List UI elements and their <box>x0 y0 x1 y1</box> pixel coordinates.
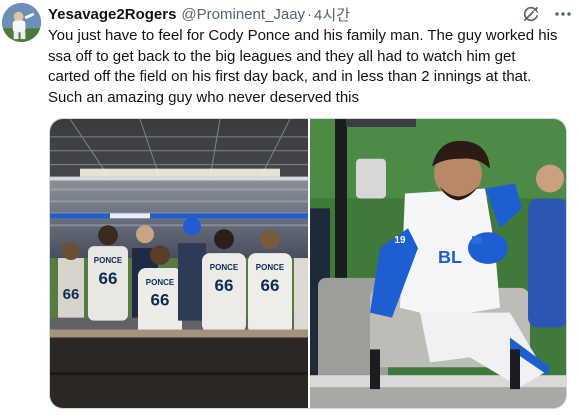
media-photo-left[interactable]: PONCE 66 66 PONCE 66 PONCE 66 PONCE 66 <box>50 119 308 408</box>
jersey-name-text: PONCE <box>210 263 238 272</box>
header-separator: · <box>307 5 313 23</box>
more-icon[interactable] <box>553 4 573 24</box>
tweet-timestamp[interactable]: 4시간 <box>314 4 350 25</box>
author-display-name[interactable]: Yesavage2Rogers <box>48 6 176 23</box>
jersey-number-text: 66 <box>151 291 170 310</box>
jersey-number-text: 66 <box>215 276 234 295</box>
author-handle[interactable]: @Prominent_Jaay <box>181 6 305 23</box>
media-photo-right[interactable]: BL 19 <box>310 119 566 408</box>
jersey-text: BL <box>438 247 462 267</box>
jersey-number-text: 66 <box>63 286 80 303</box>
jersey-name-text: PONCE <box>146 278 174 287</box>
avatar-image <box>2 3 41 42</box>
tweet[interactable]: Yesavage2Rogers @Prominent_Jaay · 4시간 Yo… <box>0 0 579 416</box>
jersey-number-text: 66 <box>99 269 118 288</box>
jersey-name-text: PONCE <box>94 256 122 265</box>
jersey-name-text: PONCE <box>256 263 284 272</box>
stadium-family-image: PONCE 66 66 PONCE 66 PONCE 66 PONCE 66 <box>50 119 308 408</box>
tweet-header: Yesavage2Rogers @Prominent_Jaay · 4시간 <box>48 4 350 24</box>
player-cart-image: BL 19 <box>310 119 566 408</box>
grok-icon[interactable] <box>521 4 541 24</box>
sleeve-number-text: 19 <box>394 235 406 246</box>
user-avatar[interactable] <box>2 3 41 42</box>
jersey-number-text: 66 <box>261 276 280 295</box>
tweet-media[interactable]: PONCE 66 66 PONCE 66 PONCE 66 PONCE 66 B… <box>49 118 567 409</box>
tweet-text: You just have to feel for Cody Ponce and… <box>48 27 558 106</box>
